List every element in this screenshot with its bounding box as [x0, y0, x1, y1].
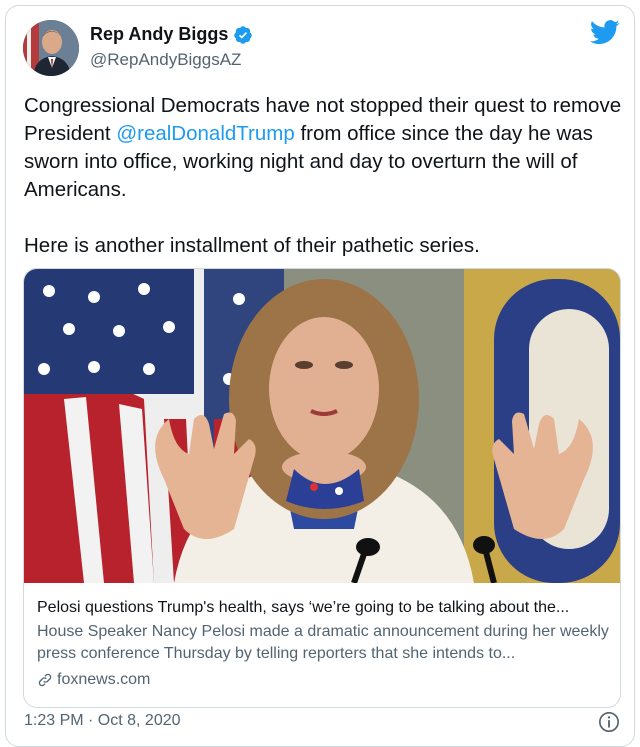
- author-name[interactable]: Rep Andy Biggs: [90, 24, 228, 45]
- twitter-bird-icon[interactable]: [590, 20, 620, 45]
- link-card-domain: foxnews.com: [57, 671, 151, 688]
- link-card-domain-row[interactable]: foxnews.com: [37, 669, 612, 691]
- link-icon: [38, 673, 52, 687]
- link-card-description: House Speaker Nancy Pelosi made a dramat…: [37, 623, 609, 662]
- verified-badge-icon: [234, 25, 253, 44]
- tweet-card: Rep Andy Biggs @RepAndyBiggsAZ Congressi…: [5, 5, 635, 747]
- info-icon[interactable]: [598, 711, 620, 733]
- tweet-text: Congressional Democrats have not stopped…: [24, 92, 624, 260]
- tweet-timestamp[interactable]: 1:23 PM · Oct 8, 2020: [24, 712, 181, 730]
- link-card-image[interactable]: [24, 269, 620, 583]
- author-handle[interactable]: @RepAndyBiggsAZ: [90, 50, 241, 70]
- avatar[interactable]: [23, 20, 79, 76]
- mention-link[interactable]: @realDonaldTrump: [116, 122, 294, 145]
- tweet-text-paragraph-2: Here is another installment of their pat…: [24, 234, 480, 257]
- link-card-title[interactable]: Pelosi questions Trump's health, says ‘w…: [37, 597, 612, 619]
- link-card[interactable]: Pelosi questions Trump's health, says ‘w…: [23, 268, 621, 708]
